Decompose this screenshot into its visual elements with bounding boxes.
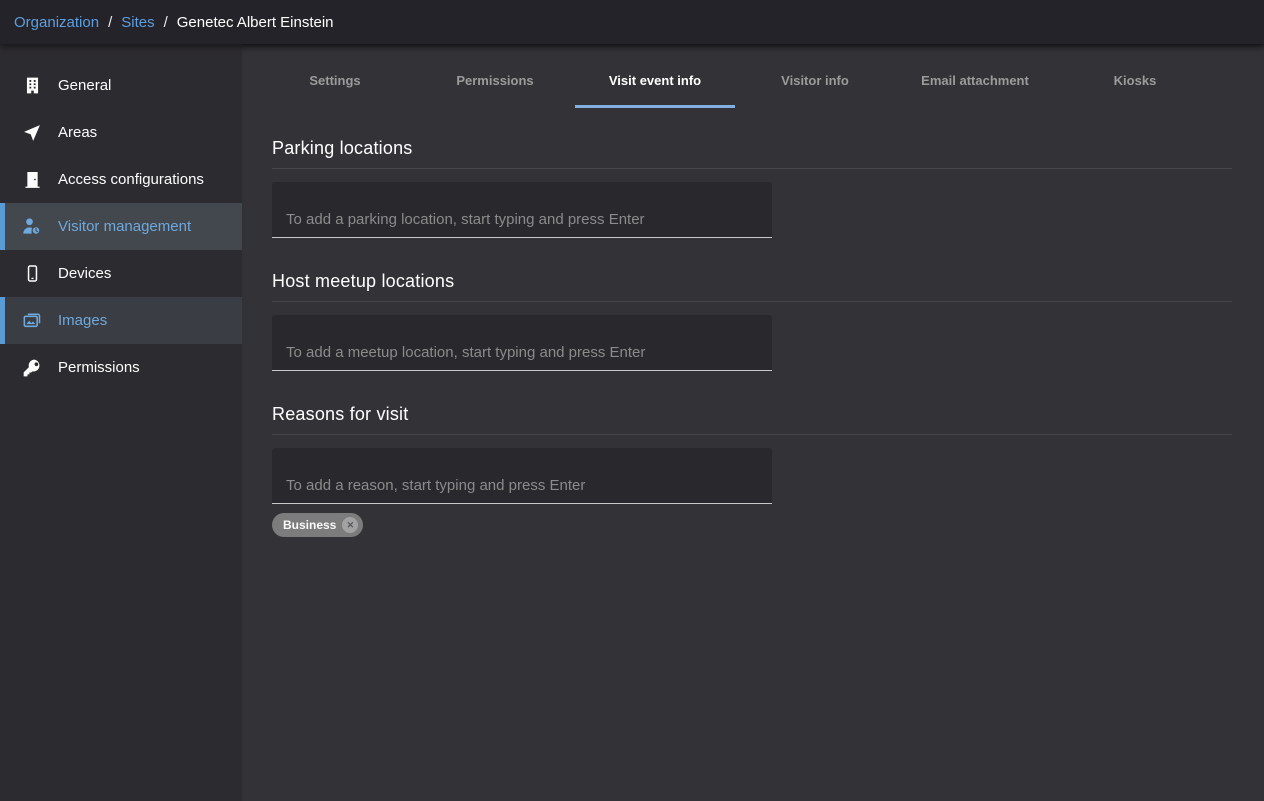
section-host-meetup-locations: Host meetup locations: [272, 271, 1232, 371]
breadcrumb-link-organization[interactable]: Organization: [14, 14, 99, 31]
tab-kiosks[interactable]: Kiosks: [1055, 44, 1215, 108]
sidebar-item-label: Visitor management: [58, 218, 191, 235]
sidebar-item-access-configurations[interactable]: Access configurations: [0, 156, 242, 203]
building-icon: [22, 76, 42, 96]
topbar: Organization / Sites / Genetec Albert Ei…: [0, 0, 1264, 44]
tab-label: Kiosks: [1114, 73, 1157, 88]
navigation-arrow-icon: [22, 123, 42, 143]
sidebar-item-visitor-management[interactable]: Visitor management: [0, 203, 242, 250]
tab-email-attachment[interactable]: Email attachment: [895, 44, 1055, 108]
breadcrumb-separator: /: [108, 14, 112, 31]
sidebar-item-permissions[interactable]: Permissions: [0, 344, 242, 391]
smartphone-icon: [22, 264, 42, 284]
sidebar-item-label: Devices: [58, 265, 111, 282]
sidebar: General Areas Access configurations Visi…: [0, 44, 242, 801]
breadcrumb-link-sites[interactable]: Sites: [121, 14, 154, 31]
tab-label: Visit event info: [609, 73, 701, 88]
sidebar-item-label: General: [58, 77, 111, 94]
sidebar-item-label: Images: [58, 312, 107, 329]
sidebar-item-label: Areas: [58, 124, 97, 141]
reason-chip-list: Business ✕: [272, 513, 1232, 537]
chip-label: Business: [283, 518, 336, 532]
section-title-parking-locations: Parking locations: [272, 138, 1232, 169]
key-icon: [22, 358, 42, 378]
section-reasons-for-visit: Reasons for visit Business ✕: [272, 404, 1232, 537]
sidebar-item-label: Access configurations: [58, 171, 204, 188]
sidebar-item-general[interactable]: General: [0, 62, 242, 109]
section-title-host-meetup-locations: Host meetup locations: [272, 271, 1232, 302]
sidebar-item-label: Permissions: [58, 359, 140, 376]
chip-business[interactable]: Business ✕: [272, 513, 363, 537]
tab-label: Visitor info: [781, 73, 849, 88]
close-icon[interactable]: ✕: [342, 517, 358, 533]
sidebar-item-areas[interactable]: Areas: [0, 109, 242, 156]
image-icon: [22, 311, 42, 331]
tab-bar: Settings Permissions Visit event info Vi…: [242, 44, 1264, 108]
tab-visit-event-info[interactable]: Visit event info: [575, 44, 735, 108]
section-parking-locations: Parking locations: [272, 138, 1232, 238]
breadcrumb-separator: /: [164, 14, 168, 31]
main-content: Settings Permissions Visit event info Vi…: [242, 44, 1264, 801]
tab-label: Settings: [309, 73, 360, 88]
tab-visitor-info[interactable]: Visitor info: [735, 44, 895, 108]
tab-settings[interactable]: Settings: [255, 44, 415, 108]
reason-input[interactable]: [272, 448, 772, 504]
visitor-clock-icon: [22, 217, 42, 237]
sidebar-item-devices[interactable]: Devices: [0, 250, 242, 297]
breadcrumb-current-page: Genetec Albert Einstein: [177, 14, 334, 31]
tab-permissions[interactable]: Permissions: [415, 44, 575, 108]
tab-label: Permissions: [456, 73, 533, 88]
section-title-reasons-for-visit: Reasons for visit: [272, 404, 1232, 435]
tab-label: Email attachment: [921, 73, 1029, 88]
parking-location-input[interactable]: [272, 182, 772, 238]
door-icon: [22, 170, 42, 190]
tab-panel-visit-event-info: Parking locations Host meetup locations …: [242, 108, 1264, 537]
breadcrumb: Organization / Sites / Genetec Albert Ei…: [14, 14, 334, 31]
meetup-location-input[interactable]: [272, 315, 772, 371]
sidebar-item-images[interactable]: Images: [0, 297, 242, 344]
